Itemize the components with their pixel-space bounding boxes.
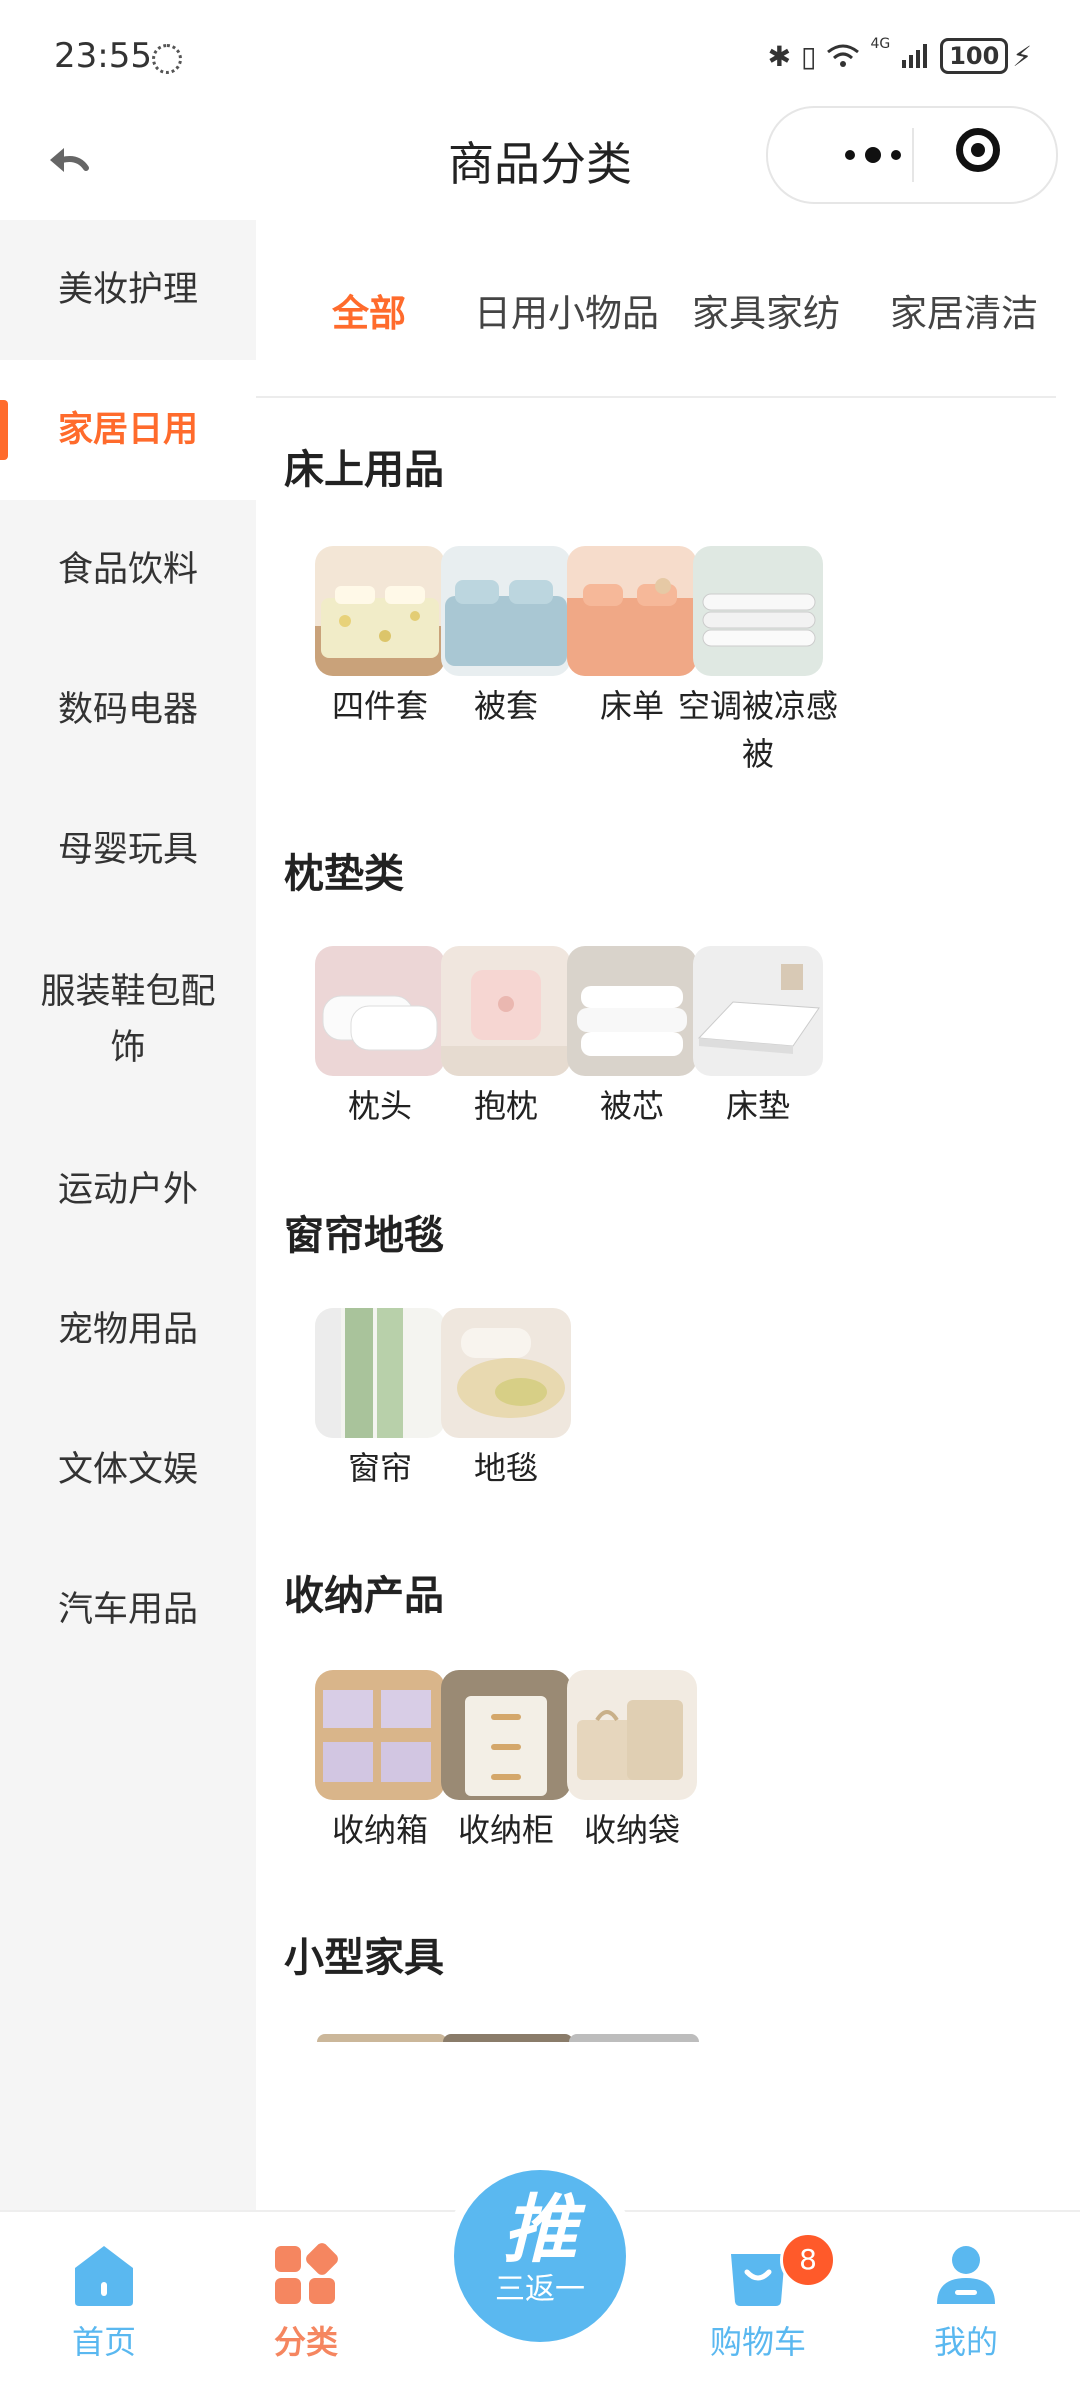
signal-icon: [902, 44, 928, 68]
category-content: 床上用品 四件套 被套 床单 空调被凉感被 枕垫类 枕头 抱枕 被芯 床垫 窗帘…: [256, 398, 1080, 2058]
tab-category[interactable]: 分类: [236, 2242, 376, 2364]
sidebar-item-auto[interactable]: 汽车用品: [0, 1540, 256, 1680]
sidebar-item-digital[interactable]: 数码电器: [0, 640, 256, 780]
category-label: 收纳袋: [583, 1811, 680, 1849]
category-thumbnail: [693, 546, 823, 676]
section-title: 枕垫类: [284, 851, 404, 897]
sidebar-item-beauty[interactable]: 美妆护理: [0, 220, 256, 360]
sidebar-item-pets[interactable]: 宠物用品: [0, 1260, 256, 1400]
sidebar-item-baby-toys[interactable]: 母婴玩具: [0, 780, 256, 920]
category-thumbnail-partial: [317, 2034, 447, 2042]
category-thumbnail: [693, 946, 823, 1076]
more-menu-button[interactable]: [808, 108, 938, 202]
status-bar: 23:55 ✱ ▯ 4G 100 ⚡: [0, 0, 1080, 110]
vibrate-icon: ▯: [801, 39, 817, 73]
cart-count-badge: 8: [780, 2232, 836, 2288]
category-item[interactable]: 床垫: [673, 946, 843, 1130]
promo-center-small-text: 三返一: [495, 2272, 585, 2307]
promo-center-big-text: 推: [503, 2187, 577, 2273]
sidebar-item-sports[interactable]: 运动户外: [0, 1120, 256, 1260]
miniapp-capsule: [766, 106, 1058, 204]
promo-center-button[interactable]: 推 三返一: [444, 2160, 636, 2352]
category-icon: [275, 2243, 338, 2304]
nav-bar: 商品分类: [0, 106, 1080, 220]
category-thumbnail: [441, 1308, 571, 1438]
tab-furniture-textile[interactable]: 家具家纺: [692, 286, 840, 342]
sidebar-item-food[interactable]: 食品饮料: [0, 500, 256, 640]
sidebar-item-home-daily[interactable]: 家居日用: [0, 360, 256, 500]
sidebar-item-apparel[interactable]: 服装鞋包配饰: [0, 920, 256, 1120]
section-title: 小型家具: [284, 1935, 444, 1981]
tab-mine[interactable]: 我的: [896, 2242, 1036, 2364]
capsule-divider: [912, 128, 914, 182]
more-dot-icon: [865, 147, 881, 163]
category-thumbnail-partial: [443, 2034, 573, 2042]
battery-indicator: 100 ⚡: [940, 38, 1032, 74]
tab-mine-label: 我的: [933, 2323, 998, 2361]
signal-label: 4G: [870, 36, 891, 52]
charging-icon: ⚡: [1012, 39, 1032, 73]
tab-category-label: 分类: [273, 2323, 338, 2361]
tab-daily-small[interactable]: 日用小物品: [474, 286, 659, 342]
category-sidebar: 美妆护理 家居日用 食品饮料 数码电器 母婴玩具 服装鞋包配饰 运动户外 宠物用…: [0, 220, 256, 2215]
tab-home-label: 首页: [71, 2323, 136, 2361]
section-title: 收纳产品: [284, 1573, 444, 1619]
status-time: 23:55: [54, 36, 152, 76]
section-title: 窗帘地毯: [284, 1213, 444, 1259]
user-icon: [937, 2246, 995, 2304]
tab-cart-label: 购物车: [709, 2323, 806, 2361]
category-thumbnail: [567, 1670, 697, 1800]
category-label: 地毯: [473, 1449, 538, 1487]
tab-home-cleaning[interactable]: 家居清洁: [890, 286, 1038, 342]
wifi-icon: [827, 44, 860, 67]
category-label: 空调被凉感被: [677, 687, 838, 773]
category-item[interactable]: 地毯: [421, 1308, 591, 1492]
more-dot-icon: [891, 150, 901, 160]
sidebar-item-stationery[interactable]: 文体文娱: [0, 1400, 256, 1540]
tab-home[interactable]: 首页: [34, 2242, 174, 2364]
promo-center-circle: 推 三返一: [454, 2170, 626, 2342]
category-label: 床垫: [725, 1087, 790, 1125]
close-miniapp-button[interactable]: [956, 128, 1000, 172]
status-icons: ✱ ▯ 4G 100 ⚡: [768, 36, 1032, 76]
subcategory-tabs: 全部 日用小物品 家具家纺 家居清洁: [256, 220, 1056, 396]
home-icon: [75, 2246, 133, 2306]
tab-all[interactable]: 全部: [332, 286, 406, 342]
loading-icon: [152, 44, 182, 74]
bluetooth-icon: ✱: [767, 39, 792, 73]
section-title: 床上用品: [284, 447, 444, 493]
category-item[interactable]: 收纳袋: [547, 1670, 717, 1854]
more-dot-icon: [845, 150, 855, 160]
category-thumbnail-partial: [569, 2034, 699, 2042]
battery-level: 100: [940, 38, 1009, 74]
category-item[interactable]: 空调被凉感被: [673, 546, 843, 778]
